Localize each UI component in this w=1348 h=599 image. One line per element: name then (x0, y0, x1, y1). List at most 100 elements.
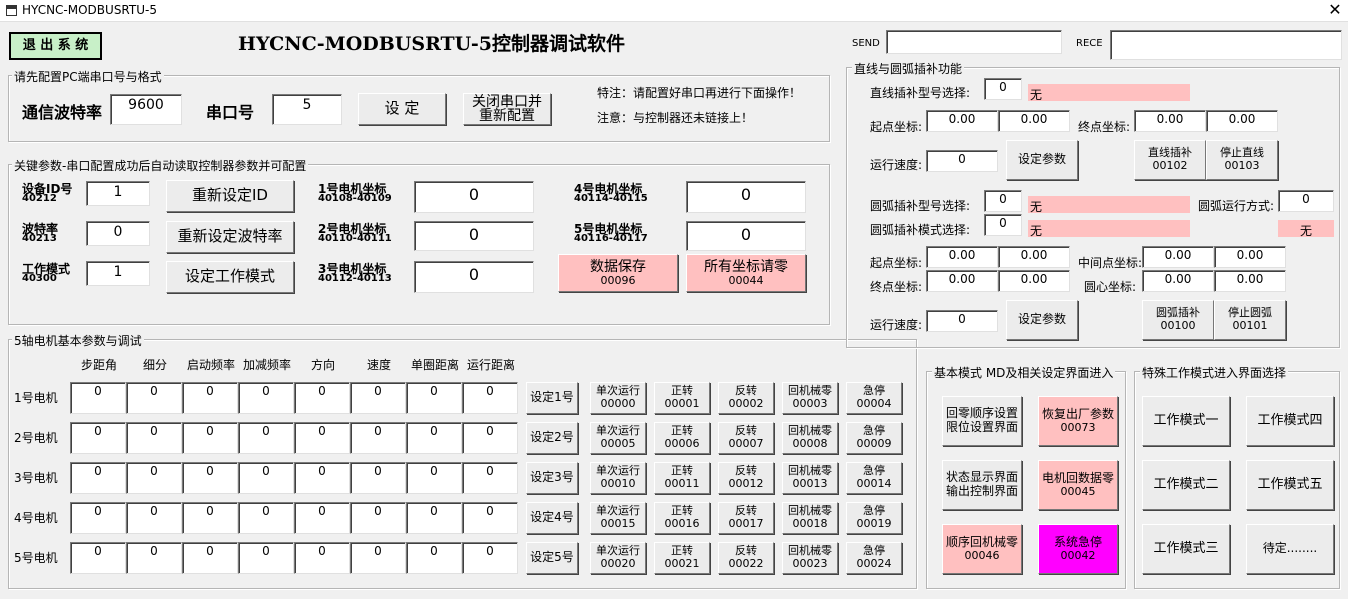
set-serial-button[interactable]: 设 定 (358, 93, 446, 125)
status-display-button[interactable]: 状态显示界面 输出控制界面 (942, 460, 1022, 510)
axis-param-input[interactable]: 0 (238, 422, 294, 454)
line-type-input[interactable]: 0 (984, 78, 1022, 100)
axis-action-button[interactable]: 正转 00016 (654, 502, 710, 534)
rece-field[interactable] (1110, 30, 1342, 60)
axis-param-input[interactable]: 0 (126, 382, 182, 414)
arc-center-x[interactable]: 0.00 (1142, 270, 1214, 292)
reset-id-button[interactable]: 重新设定ID (166, 180, 294, 212)
axis-param-input[interactable]: 0 (294, 422, 350, 454)
axis-action-button[interactable]: 反转 00022 (718, 542, 774, 574)
line-speed-input[interactable]: 0 (926, 150, 998, 172)
axis-param-input[interactable]: 0 (126, 502, 182, 534)
axis-param-input[interactable]: 0 (182, 382, 238, 414)
axis-param-input[interactable]: 0 (406, 382, 462, 414)
axis-param-input[interactable]: 0 (238, 462, 294, 494)
motor4-coord-field[interactable]: 0 (686, 181, 806, 213)
axis-param-input[interactable]: 0 (462, 382, 518, 414)
exit-button[interactable]: 退 出 系 统 (9, 32, 102, 60)
arc-end-y[interactable]: 0.00 (998, 270, 1070, 292)
arc-interp-button[interactable]: 圆弧插补 00100 (1142, 300, 1214, 340)
axis-param-input[interactable]: 0 (238, 542, 294, 574)
axis-param-input[interactable]: 0 (462, 462, 518, 494)
axis-param-input[interactable]: 0 (70, 422, 126, 454)
axis-action-button[interactable]: 回机械零 00023 (782, 542, 838, 574)
factory-reset-button[interactable]: 恢复出厂参数 00073 (1038, 396, 1118, 446)
work-mode-5-button[interactable]: 工作模式五 (1246, 460, 1334, 510)
axis-param-input[interactable]: 0 (294, 542, 350, 574)
axis-action-button[interactable]: 急停 00024 (846, 542, 902, 574)
pending-mode-button[interactable]: 待定........ (1246, 524, 1334, 574)
arc-speed-input[interactable]: 0 (926, 310, 998, 332)
arc-end-x[interactable]: 0.00 (926, 270, 998, 292)
axis-param-input[interactable]: 0 (350, 462, 406, 494)
axis-param-input[interactable]: 0 (238, 502, 294, 534)
motor1-coord-field[interactable]: 0 (414, 181, 534, 213)
port-input[interactable]: 5 (272, 94, 342, 125)
axis-param-input[interactable]: 0 (126, 542, 182, 574)
axis-set-button[interactable]: 设定2号 (526, 422, 578, 454)
axis-param-input[interactable]: 0 (350, 382, 406, 414)
axis-param-input[interactable]: 0 (70, 382, 126, 414)
stop-arc-button[interactable]: 停止圆弧 00101 (1214, 300, 1286, 340)
sequential-home-button[interactable]: 顺序回机械零 00046 (942, 524, 1022, 574)
arc-center-y[interactable]: 0.00 (1214, 270, 1286, 292)
axis-set-button[interactable]: 设定3号 (526, 462, 578, 494)
device-id-input[interactable]: 1 (86, 181, 150, 206)
axis-param-input[interactable]: 0 (182, 542, 238, 574)
axis-action-button[interactable]: 单次运行 00000 (590, 382, 646, 414)
mode-input[interactable]: 1 (86, 261, 150, 286)
axis-param-input[interactable]: 0 (70, 462, 126, 494)
axis-param-input[interactable]: 0 (294, 502, 350, 534)
set-mode-button[interactable]: 设定工作模式 (166, 261, 294, 293)
line-start-x[interactable]: 0.00 (926, 110, 998, 132)
arc-setparam-button[interactable]: 设定参数 (1006, 300, 1078, 340)
work-mode-1-button[interactable]: 工作模式一 (1142, 396, 1230, 446)
axis-param-input[interactable]: 0 (406, 422, 462, 454)
arc-start-x[interactable]: 0.00 (926, 246, 998, 268)
axis-param-input[interactable]: 0 (70, 502, 126, 534)
line-end-y[interactable]: 0.00 (1206, 110, 1278, 132)
axis-action-button[interactable]: 正转 00021 (654, 542, 710, 574)
axis-set-button[interactable]: 设定4号 (526, 502, 578, 534)
zero-all-button[interactable]: 所有坐标请零 00044 (686, 254, 806, 292)
axis-action-button[interactable]: 回机械零 00018 (782, 502, 838, 534)
axis-param-input[interactable]: 0 (350, 502, 406, 534)
axis-action-button[interactable]: 正转 00011 (654, 462, 710, 494)
axis-action-button[interactable]: 单次运行 00015 (590, 502, 646, 534)
axis-param-input[interactable]: 0 (406, 462, 462, 494)
axis-param-input[interactable]: 0 (126, 422, 182, 454)
axis-action-button[interactable]: 急停 00019 (846, 502, 902, 534)
axis-action-button[interactable]: 反转 00012 (718, 462, 774, 494)
arc-type-input[interactable]: 0 (984, 190, 1022, 212)
system-estop-button[interactable]: 系统急停 00042 (1038, 524, 1118, 574)
axis-param-input[interactable]: 0 (182, 462, 238, 494)
axis-param-input[interactable]: 0 (70, 542, 126, 574)
work-mode-3-button[interactable]: 工作模式三 (1142, 524, 1230, 574)
axis-param-input[interactable]: 0 (350, 422, 406, 454)
axis-param-input[interactable]: 0 (182, 422, 238, 454)
axis-param-input[interactable]: 0 (126, 462, 182, 494)
send-field[interactable] (886, 30, 1062, 54)
home-order-button[interactable]: 回零顺序设置 限位设置界面 (942, 396, 1022, 446)
work-mode-2-button[interactable]: 工作模式二 (1142, 460, 1230, 510)
baud-param-input[interactable]: 0 (86, 221, 150, 246)
close-icon[interactable]: ✕ (1322, 0, 1348, 22)
line-interp-button[interactable]: 直线插补 00102 (1134, 140, 1206, 180)
axis-param-input[interactable]: 0 (462, 422, 518, 454)
baud-input[interactable]: 9600 (110, 94, 182, 125)
axis-param-input[interactable]: 0 (462, 502, 518, 534)
arc-mid-y[interactable]: 0.00 (1214, 246, 1286, 268)
arc-mode-input[interactable]: 0 (984, 214, 1022, 236)
axis-set-button[interactable]: 设定1号 (526, 382, 578, 414)
axis-param-input[interactable]: 0 (294, 382, 350, 414)
axis-action-button[interactable]: 反转 00007 (718, 422, 774, 454)
axis-action-button[interactable]: 正转 00006 (654, 422, 710, 454)
axis-param-input[interactable]: 0 (294, 462, 350, 494)
axis-param-input[interactable]: 0 (238, 382, 294, 414)
save-data-button[interactable]: 数据保存 00096 (558, 254, 678, 292)
arc-mid-x[interactable]: 0.00 (1142, 246, 1214, 268)
axis-action-button[interactable]: 急停 00009 (846, 422, 902, 454)
axis-param-input[interactable]: 0 (406, 542, 462, 574)
close-serial-button[interactable]: 关闭串口并 重新配置 (463, 93, 551, 125)
motor2-coord-field[interactable]: 0 (414, 221, 534, 251)
